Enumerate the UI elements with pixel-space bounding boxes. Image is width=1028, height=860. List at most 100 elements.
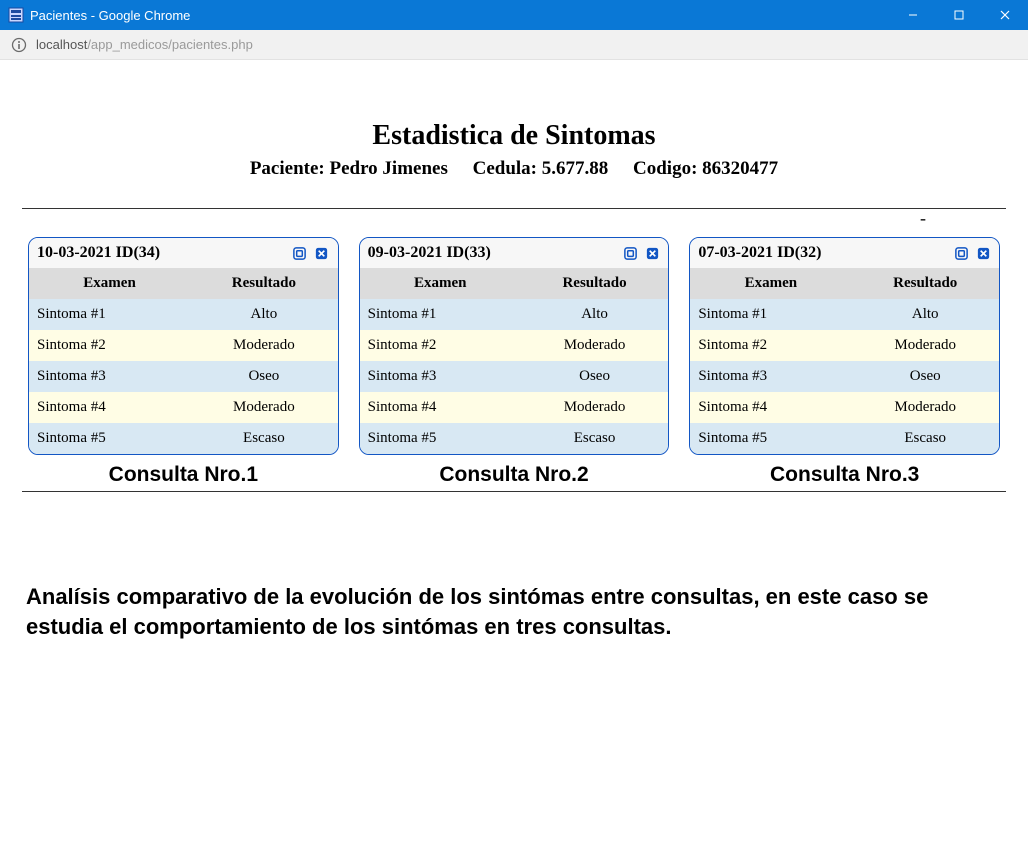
cell-resultado: Moderado bbox=[190, 392, 338, 423]
panel-maximize-icon[interactable] bbox=[953, 245, 969, 261]
table-row: Sintoma #5Escaso bbox=[29, 423, 338, 454]
cell-examen: Sintoma #4 bbox=[690, 392, 851, 423]
col-examen: Examen bbox=[29, 268, 190, 299]
col-resultado: Resultado bbox=[851, 268, 999, 299]
table-row: Sintoma #2Moderado bbox=[29, 330, 338, 361]
cell-resultado: Moderado bbox=[190, 330, 338, 361]
cell-examen: Sintoma #5 bbox=[29, 423, 190, 454]
url-path: /app_medicos/pacientes.php bbox=[87, 37, 253, 52]
panel-header-icons bbox=[953, 245, 991, 261]
table-row: Sintoma #3Oseo bbox=[29, 361, 338, 392]
cell-resultado: Moderado bbox=[851, 330, 999, 361]
url-text: localhost/app_medicos/pacientes.php bbox=[36, 37, 253, 52]
panel-close-icon[interactable] bbox=[314, 245, 330, 261]
cell-resultado: Escaso bbox=[190, 423, 338, 454]
consulta-caption: Consulta Nro.1 bbox=[28, 459, 339, 491]
panel-maximize-icon[interactable] bbox=[622, 245, 638, 261]
panel-wrap: 09-03-2021 ID(33)ExamenResultadoSintoma … bbox=[359, 237, 670, 491]
consulta-caption: Consulta Nro.3 bbox=[689, 459, 1000, 491]
table-row: Sintoma #5Escaso bbox=[690, 423, 999, 454]
cell-resultado: Alto bbox=[521, 299, 669, 330]
url-bar[interactable]: localhost/app_medicos/pacientes.php bbox=[0, 30, 1028, 60]
table-row: Sintoma #2Moderado bbox=[360, 330, 669, 361]
cell-examen: Sintoma #3 bbox=[360, 361, 521, 392]
cell-examen: Sintoma #3 bbox=[690, 361, 851, 392]
separator-bottom bbox=[22, 491, 1006, 492]
panel-wrap: 07-03-2021 ID(32)ExamenResultadoSintoma … bbox=[689, 237, 1000, 491]
table-header-row: ExamenResultado bbox=[690, 268, 999, 299]
cell-resultado: Moderado bbox=[521, 330, 669, 361]
panel-header-icons bbox=[292, 245, 330, 261]
dash-mark: - bbox=[920, 208, 926, 229]
separator-top bbox=[22, 208, 1006, 209]
consulta-caption: Consulta Nro.2 bbox=[359, 459, 670, 491]
table-row: Sintoma #1Alto bbox=[29, 299, 338, 330]
cell-examen: Sintoma #1 bbox=[690, 299, 851, 330]
symptoms-table: ExamenResultadoSintoma #1AltoSintoma #2M… bbox=[690, 268, 999, 454]
cedula-label: Cedula: bbox=[473, 158, 537, 179]
window-minimize-button[interactable] bbox=[890, 0, 936, 30]
col-examen: Examen bbox=[690, 268, 851, 299]
cedula-value: 5.677.88 bbox=[542, 158, 609, 179]
window-maximize-button[interactable] bbox=[936, 0, 982, 30]
table-row: Sintoma #3Oseo bbox=[360, 361, 669, 392]
panel-header-title: 10-03-2021 ID(34) bbox=[37, 244, 160, 262]
cell-resultado: Escaso bbox=[521, 423, 669, 454]
page-content: Estadistica de Sintomas Paciente: Pedro … bbox=[0, 60, 1028, 641]
col-resultado: Resultado bbox=[521, 268, 669, 299]
window-titlebar: Pacientes - Google Chrome bbox=[0, 0, 1028, 30]
cell-examen: Sintoma #3 bbox=[29, 361, 190, 392]
cell-examen: Sintoma #2 bbox=[29, 330, 190, 361]
window-app-icon bbox=[8, 7, 24, 23]
patient-info-line: Paciente: Pedro Jimenes Cedula: 5.677.88… bbox=[22, 158, 1006, 180]
url-host: localhost bbox=[36, 37, 87, 52]
cell-examen: Sintoma #4 bbox=[29, 392, 190, 423]
panel-close-icon[interactable] bbox=[975, 245, 991, 261]
table-row: Sintoma #2Moderado bbox=[690, 330, 999, 361]
panel-close-icon[interactable] bbox=[644, 245, 660, 261]
cell-resultado: Alto bbox=[851, 299, 999, 330]
panel-header-title: 09-03-2021 ID(33) bbox=[368, 244, 491, 262]
symptoms-table: ExamenResultadoSintoma #1AltoSintoma #2M… bbox=[29, 268, 338, 454]
cell-resultado: Moderado bbox=[521, 392, 669, 423]
window-close-button[interactable] bbox=[982, 0, 1028, 30]
panel: 07-03-2021 ID(32)ExamenResultadoSintoma … bbox=[689, 237, 1000, 455]
panel-header-title: 07-03-2021 ID(32) bbox=[698, 244, 821, 262]
panel: 10-03-2021 ID(34)ExamenResultadoSintoma … bbox=[28, 237, 339, 455]
table-row: Sintoma #1Alto bbox=[360, 299, 669, 330]
table-header-row: ExamenResultado bbox=[360, 268, 669, 299]
codigo-value: 86320477 bbox=[702, 158, 778, 179]
cell-resultado: Moderado bbox=[851, 392, 999, 423]
panel-header: 09-03-2021 ID(33) bbox=[360, 238, 669, 268]
table-row: Sintoma #3Oseo bbox=[690, 361, 999, 392]
table-row: Sintoma #4Moderado bbox=[360, 392, 669, 423]
col-resultado: Resultado bbox=[190, 268, 338, 299]
cell-examen: Sintoma #4 bbox=[360, 392, 521, 423]
cell-resultado: Oseo bbox=[190, 361, 338, 392]
cell-examen: Sintoma #1 bbox=[360, 299, 521, 330]
table-row: Sintoma #4Moderado bbox=[690, 392, 999, 423]
panel-header: 07-03-2021 ID(32) bbox=[690, 238, 999, 268]
panel-maximize-icon[interactable] bbox=[292, 245, 308, 261]
cell-resultado: Escaso bbox=[851, 423, 999, 454]
cell-resultado: Oseo bbox=[851, 361, 999, 392]
cell-resultado: Oseo bbox=[521, 361, 669, 392]
window-title: Pacientes - Google Chrome bbox=[30, 8, 190, 23]
analysis-text: Analísis comparativo de la evolución de … bbox=[22, 582, 1006, 641]
panel-wrap: 10-03-2021 ID(34)ExamenResultadoSintoma … bbox=[28, 237, 339, 491]
table-row: Sintoma #5Escaso bbox=[360, 423, 669, 454]
cell-examen: Sintoma #5 bbox=[690, 423, 851, 454]
patient-name: Pedro Jimenes bbox=[329, 158, 447, 179]
cell-examen: Sintoma #2 bbox=[360, 330, 521, 361]
table-header-row: ExamenResultado bbox=[29, 268, 338, 299]
panel: 09-03-2021 ID(33)ExamenResultadoSintoma … bbox=[359, 237, 670, 455]
col-examen: Examen bbox=[360, 268, 521, 299]
patient-label: Paciente: bbox=[250, 158, 325, 179]
cell-examen: Sintoma #5 bbox=[360, 423, 521, 454]
page-title: Estadistica de Sintomas bbox=[22, 120, 1006, 152]
cell-examen: Sintoma #1 bbox=[29, 299, 190, 330]
cell-resultado: Alto bbox=[190, 299, 338, 330]
symptoms-table: ExamenResultadoSintoma #1AltoSintoma #2M… bbox=[360, 268, 669, 454]
cell-examen: Sintoma #2 bbox=[690, 330, 851, 361]
panel-header-icons bbox=[622, 245, 660, 261]
